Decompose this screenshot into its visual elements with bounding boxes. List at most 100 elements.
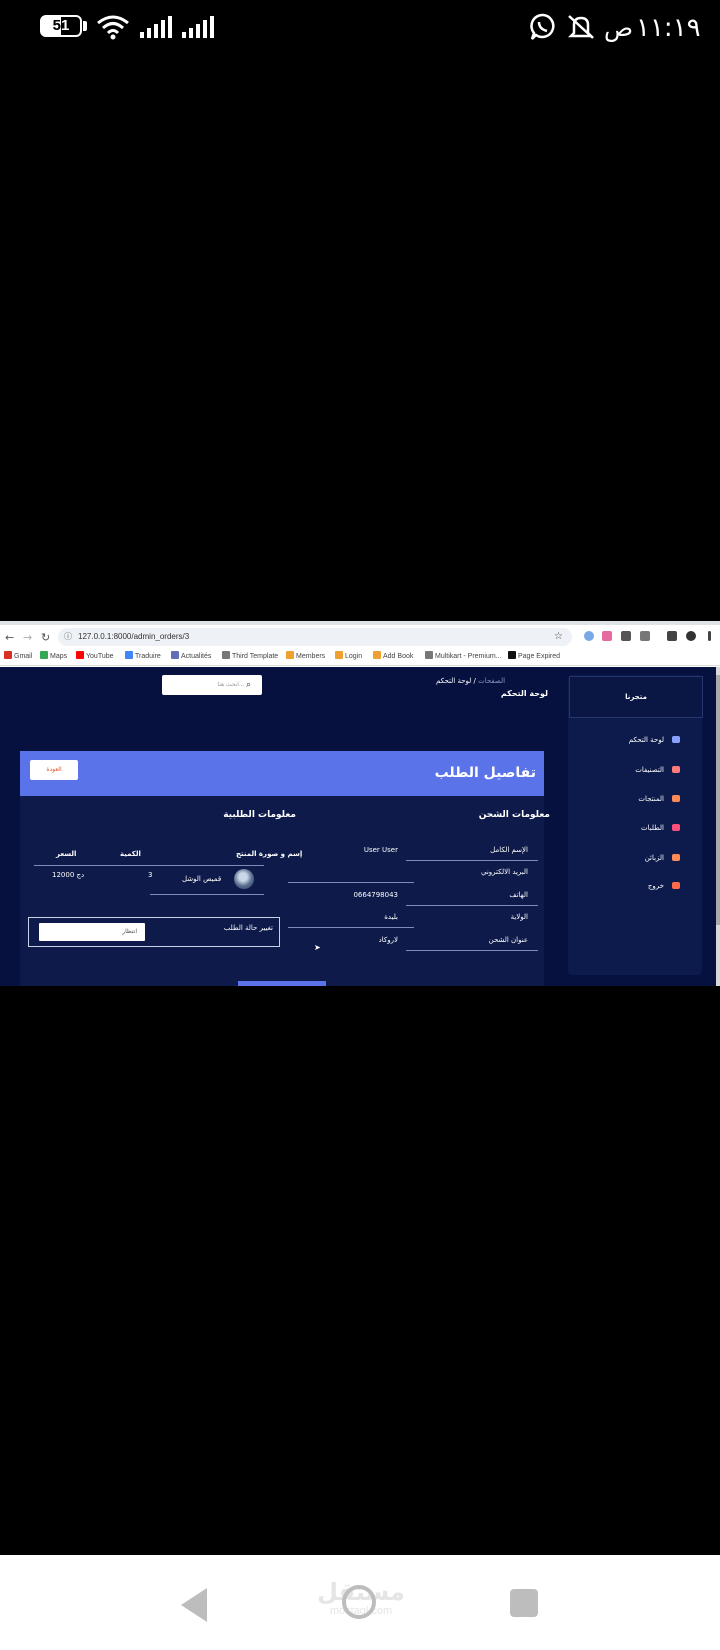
bookmark-favicon-icon: [40, 651, 48, 659]
row-underline: [406, 950, 538, 951]
row-underline: [406, 860, 538, 861]
bookmark-favicon-icon: [76, 651, 84, 659]
bookmark-item[interactable]: Maps: [40, 651, 67, 663]
extension-icon[interactable]: [584, 631, 594, 641]
sidebar-item[interactable]: الطلبات: [568, 819, 702, 837]
side-panel-icon[interactable]: [667, 631, 677, 641]
extensions-puzzle-icon[interactable]: [640, 631, 650, 641]
sidebar-item[interactable]: التصنيفات: [568, 761, 702, 779]
bookmark-label: Login: [345, 653, 363, 660]
bookmark-label: Traduire: [135, 653, 161, 660]
bookmark-item[interactable]: Page Expired: [508, 651, 560, 663]
shipping-field-value: بليدة: [384, 913, 398, 921]
battery-icon: 51: [40, 15, 82, 37]
status-change-box: تغيير حالة الطلب انتظار: [28, 917, 280, 947]
reload-icon[interactable]: ↻: [41, 632, 50, 644]
bookmark-label: Maps: [50, 653, 68, 660]
status-select-value: انتظار: [122, 928, 137, 935]
bookmark-label: Add Book: [383, 653, 414, 660]
address-bar[interactable]: ⓘ 127.0.0.1:8000/admin_orders/3 ☆: [58, 628, 572, 646]
bookmark-item[interactable]: Multikart - Premium...: [425, 651, 502, 663]
col-qty-header: الكمية: [120, 850, 141, 858]
row-underline: [288, 882, 414, 883]
bookmark-item[interactable]: Actualités: [171, 651, 211, 663]
search-box[interactable]: ابحث هنا... ⌕: [162, 675, 262, 695]
clock: ١١:١٩: [636, 13, 701, 43]
scrollbar-thumb[interactable]: [716, 675, 720, 925]
bookmark-item[interactable]: Gmail: [4, 651, 32, 663]
breadcrumb-parent[interactable]: الصفحات: [478, 677, 505, 685]
bookmark-item[interactable]: Add Book: [373, 651, 413, 663]
phone-status-bar: 51 ص ١١:١٩: [0, 0, 720, 56]
phone-nav-bar: مستقل mostaql.com: [0, 1555, 720, 1650]
forward-arrow-icon[interactable]: →: [23, 632, 32, 644]
bookmark-label: YouTube: [86, 653, 114, 660]
admin-page: متجرنا لوحة التحكم التصنيفات المنتجات الطلب…: [0, 667, 716, 986]
bookmark-favicon-icon: [171, 651, 179, 659]
bookmark-favicon-icon: [335, 651, 343, 659]
battery-tip: [83, 21, 87, 31]
order-details-card: تفاصيل الطلب العودة معلومات الشحن معلوما…: [20, 751, 550, 986]
back-button[interactable]: العودة: [30, 760, 78, 780]
am-pm-indicator: ص: [604, 14, 634, 42]
shipping-field-value: 0664798043: [353, 891, 398, 899]
admin-sidebar: متجرنا لوحة التحكم التصنيفات المنتجات الطلب…: [568, 675, 703, 975]
bookmarks-bar: Gmail Maps YouTube Traduire Actualités Third …: [0, 649, 720, 666]
nav-recents-icon[interactable]: [510, 1589, 538, 1617]
card-header: تفاصيل الطلب العودة: [20, 751, 544, 796]
table-divider: [34, 865, 264, 866]
profile-avatar[interactable]: [686, 631, 696, 641]
box-icon: [672, 795, 680, 802]
bookmark-item[interactable]: Traduire: [125, 651, 161, 663]
shipping-field-label: البريد الالكتروني: [481, 868, 528, 876]
row-divider: [150, 894, 264, 895]
brand-box[interactable]: متجرنا: [569, 676, 703, 718]
sidebar-item-label: لوحة التحكم: [628, 736, 664, 744]
search-input[interactable]: ابحث هنا...: [184, 679, 244, 691]
bookmark-item[interactable]: Third Template: [222, 651, 278, 663]
sidebar-item-label: الطلبات: [641, 824, 664, 832]
bookmark-star-icon[interactable]: ☆: [554, 630, 563, 644]
shipping-info-row: الهاتف 0664798043: [288, 885, 538, 906]
page-heading: لوحة التحكم: [500, 689, 548, 698]
sidebar-item[interactable]: الزبائن: [568, 849, 702, 867]
shipping-field-label: الولاية: [510, 913, 528, 921]
nav-back-icon[interactable]: [181, 1588, 207, 1622]
shipping-info-row: البريد الالكتروني: [288, 862, 538, 883]
product-qty: 3: [148, 871, 153, 879]
users-icon: [672, 854, 680, 861]
menu-kebab-icon[interactable]: [708, 631, 711, 641]
shipping-field-label: عنوان الشحن: [488, 936, 528, 944]
site-info-icon[interactable]: ⓘ: [64, 631, 72, 643]
sidebar-item[interactable]: لوحة التحكم: [568, 731, 702, 749]
bookmark-item[interactable]: YouTube: [76, 651, 114, 663]
battery-percent: 51: [52, 17, 70, 34]
search-icon[interactable]: ⌕: [246, 678, 251, 692]
signal-icon: [140, 16, 172, 38]
whatsapp-icon: [530, 13, 555, 40]
submit-button[interactable]: [238, 981, 326, 986]
sidebar-item[interactable]: خروج: [568, 877, 702, 895]
breadcrumb: الصفحات / لوحة التحكم: [436, 677, 506, 685]
nav-home-icon[interactable]: [342, 1585, 376, 1619]
sidebar-item-label: المنتجات: [638, 795, 664, 803]
shipping-field-value: User User: [363, 846, 398, 854]
bookmark-label: Actualités: [181, 653, 212, 660]
shipping-info-title: معلومات الشحن: [478, 810, 550, 820]
status-change-label: تغيير حالة الطلب: [223, 924, 273, 932]
shipping-info-row: الولاية بليدة: [288, 907, 538, 928]
extension-icon[interactable]: [621, 631, 631, 641]
url-text: 127.0.0.1:8000/admin_orders/3: [78, 632, 190, 641]
product-thumbnail: [234, 869, 254, 889]
extension-icon[interactable]: [602, 631, 612, 641]
bookmark-favicon-icon: [222, 651, 230, 659]
order-info-title: معلومات الطلبية: [223, 810, 296, 820]
bookmark-item[interactable]: Members: [286, 651, 325, 663]
back-arrow-icon[interactable]: ←: [5, 632, 14, 644]
bookmark-item[interactable]: Login: [335, 651, 362, 663]
row-underline: [288, 927, 414, 928]
status-select[interactable]: انتظار: [39, 923, 145, 941]
breadcrumb-current: لوحة التحكم: [436, 677, 472, 685]
mute-icon: [567, 15, 595, 39]
sidebar-item[interactable]: المنتجات: [568, 790, 702, 808]
